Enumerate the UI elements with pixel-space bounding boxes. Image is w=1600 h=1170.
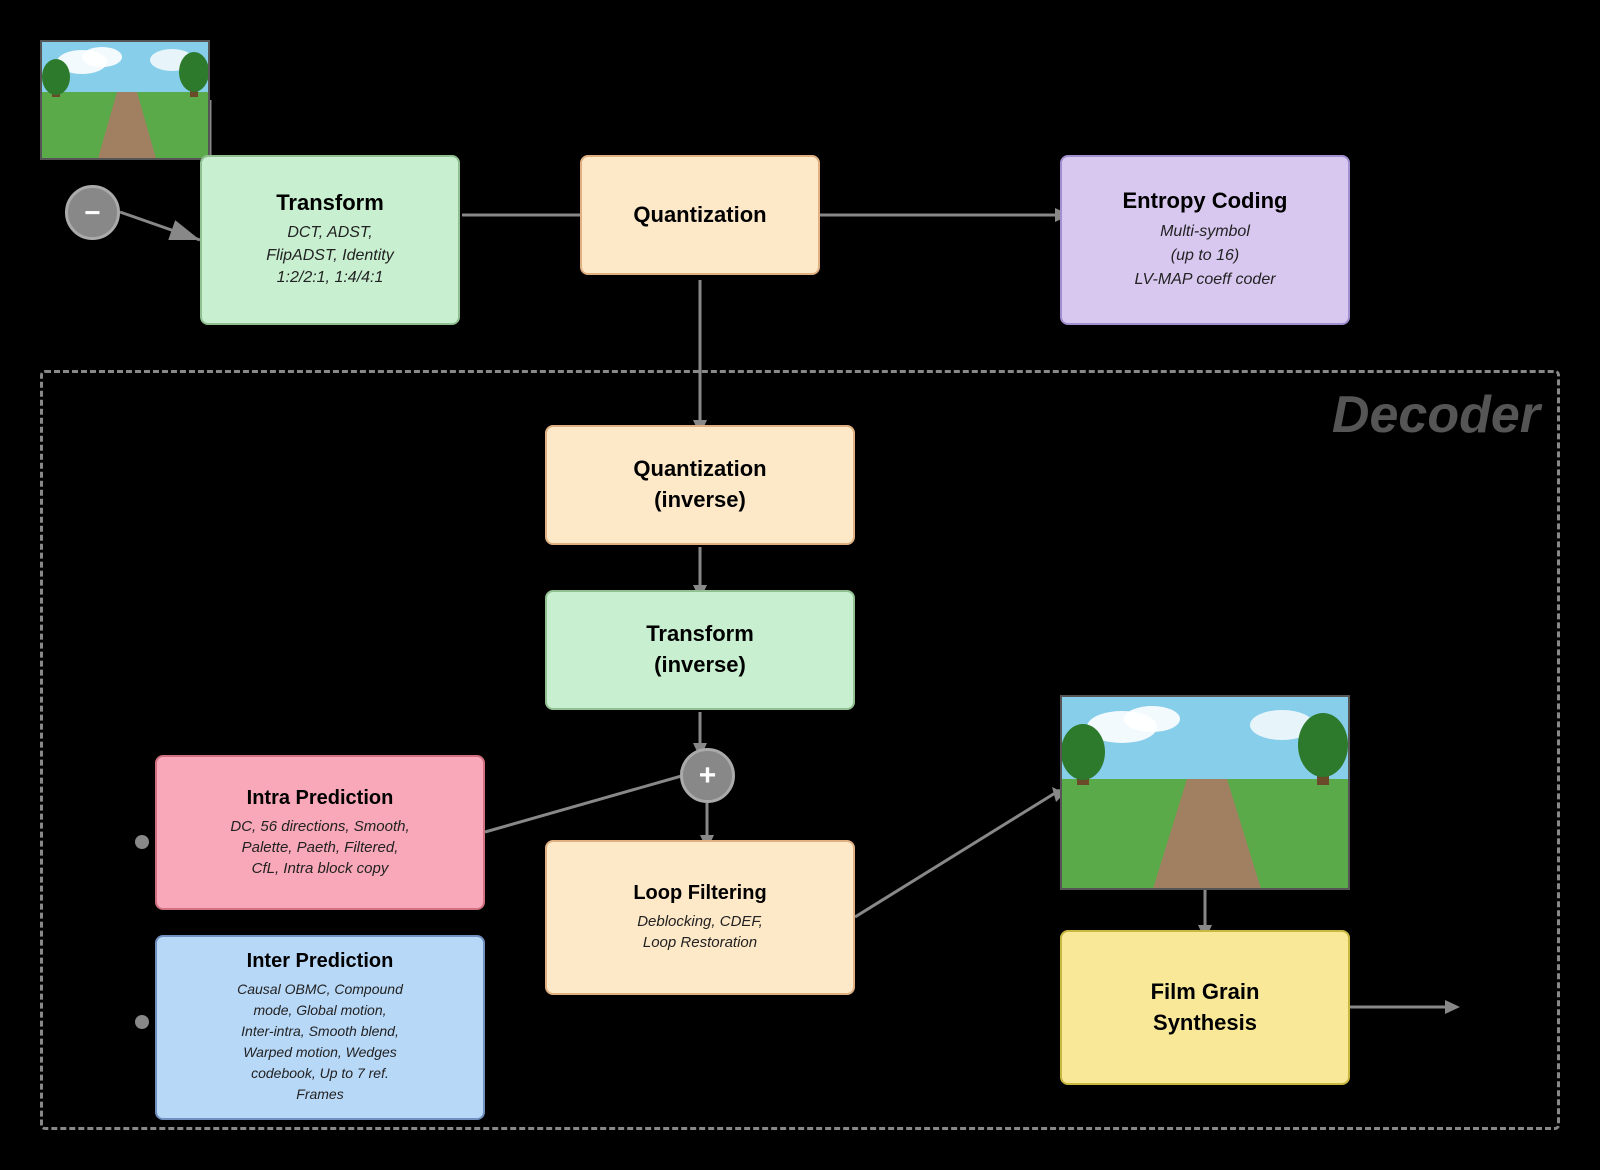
decoded-image — [1060, 695, 1350, 890]
entropy-coding-title: Entropy Coding — [1123, 188, 1288, 214]
quantization-inverse-title: Quantization(inverse) — [633, 454, 766, 516]
quantization-encoder-title: Quantization — [633, 202, 766, 228]
loop-filtering-box: Loop Filtering Deblocking, CDEF,Loop Res… — [545, 840, 855, 995]
transform-inverse-box: Transform(inverse) — [545, 590, 855, 710]
plus-icon: + — [699, 759, 717, 793]
intra-prediction-box: Intra Prediction DC, 56 directions, Smoo… — [155, 755, 485, 910]
intra-prediction-title: Intra Prediction — [247, 787, 394, 810]
entropy-coding-box: Entropy Coding Multi-symbol(up to 16)LV-… — [1060, 155, 1350, 325]
entropy-coding-subtitle: Multi-symbol(up to 16)LV-MAP coeff coder — [1134, 220, 1275, 292]
main-container: − Transform DCT, ADST,FlipADST, Identity… — [0, 0, 1600, 1170]
decoded-image-svg — [1062, 697, 1350, 890]
transform-encoder-title: Transform — [276, 190, 384, 216]
inter-prediction-subtitle: Causal OBMC, Compoundmode, Global motion… — [237, 979, 403, 1105]
transform-encoder-box: Transform DCT, ADST,FlipADST, Identity1:… — [200, 155, 460, 325]
inter-prediction-title: Inter Prediction — [247, 950, 394, 973]
intra-prediction-subtitle: DC, 56 directions, Smooth,Palette, Paeth… — [230, 816, 409, 879]
transform-encoder-subtitle: DCT, ADST,FlipADST, Identity1:2/2:1, 1:4… — [266, 222, 393, 289]
minus-circle: − — [65, 185, 120, 240]
source-image-svg — [42, 42, 210, 160]
bullet-inter — [135, 1015, 149, 1029]
plus-circle: + — [680, 748, 735, 803]
film-grain-synthesis-box: Film GrainSynthesis — [1060, 930, 1350, 1085]
decoder-label: Decoder — [1332, 385, 1540, 445]
loop-filtering-subtitle: Deblocking, CDEF,Loop Restoration — [637, 911, 763, 953]
inter-prediction-box: Inter Prediction Causal OBMC, Compoundmo… — [155, 935, 485, 1120]
quantization-inverse-box: Quantization(inverse) — [545, 425, 855, 545]
transform-inverse-title: Transform(inverse) — [646, 619, 754, 681]
loop-filtering-title: Loop Filtering — [633, 882, 766, 905]
quantization-encoder-box: Quantization — [580, 155, 820, 275]
source-image — [40, 40, 210, 160]
bullet-intra — [135, 835, 149, 849]
minus-icon: − — [84, 197, 100, 229]
film-grain-synthesis-title: Film GrainSynthesis — [1151, 977, 1260, 1039]
